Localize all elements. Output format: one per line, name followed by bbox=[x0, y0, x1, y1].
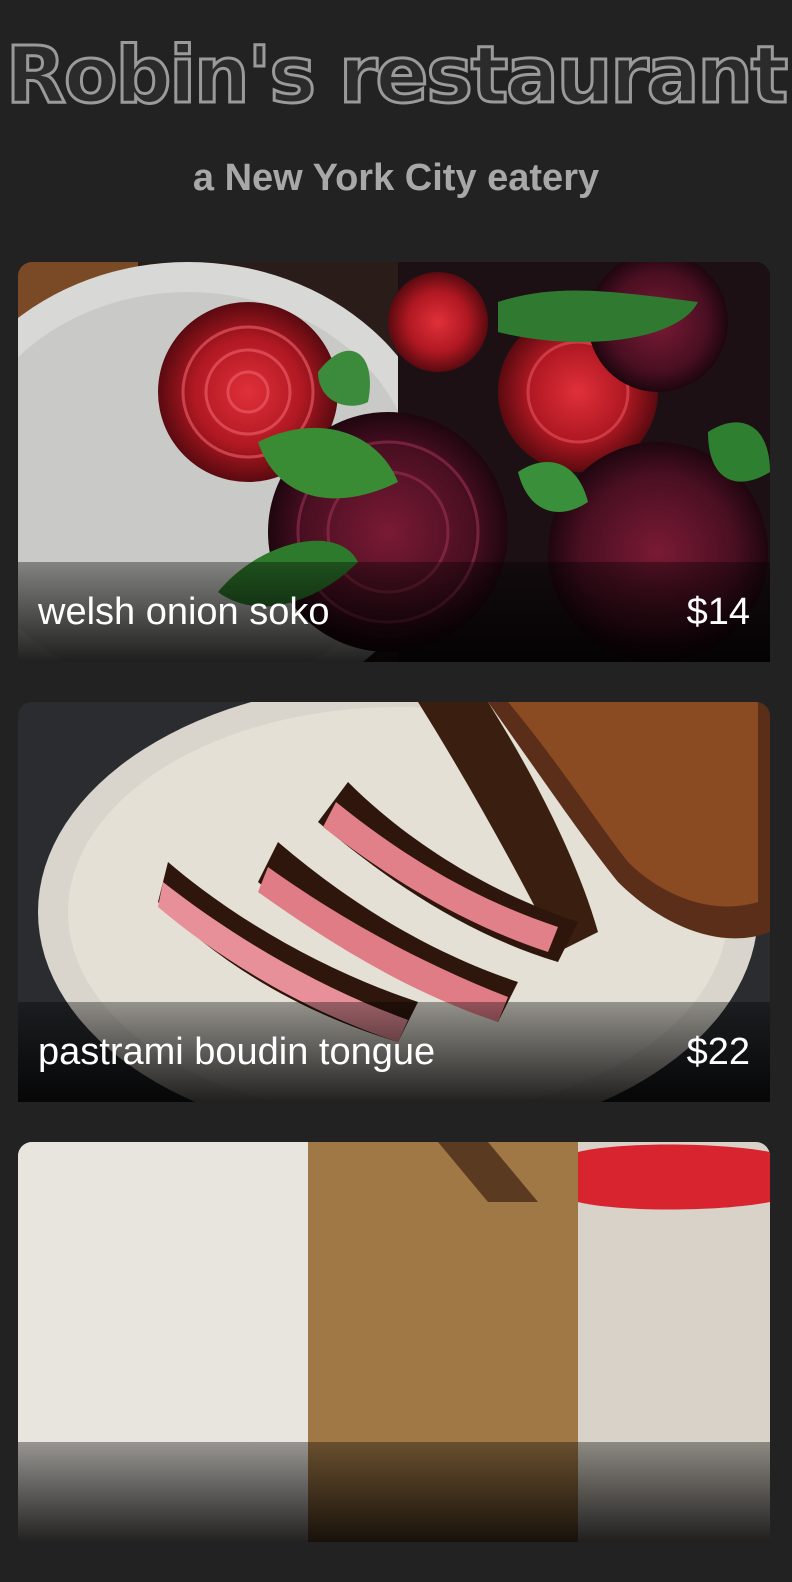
dish-caption: welsh onion soko $14 bbox=[18, 562, 770, 662]
dish-name: pastrami boudin tongue bbox=[38, 1031, 436, 1073]
restaurant-tagline: a New York City eatery bbox=[192, 157, 600, 199]
menu-item-card[interactable] bbox=[18, 1142, 770, 1542]
menu-list: welsh onion soko $14 pastrami boudin ton… bbox=[18, 262, 770, 1582]
dish-price: $14 bbox=[686, 591, 750, 633]
restaurant-title: Robin's restaurant bbox=[4, 30, 789, 123]
dish-caption: pastrami boudin tongue $22 bbox=[18, 1002, 770, 1102]
dish-price: $22 bbox=[686, 1031, 750, 1073]
dish-caption bbox=[18, 1442, 770, 1542]
site-header: Robin's restaurant a New York City eater… bbox=[0, 0, 792, 200]
dish-name: welsh onion soko bbox=[38, 591, 330, 633]
menu-item-card[interactable]: welsh onion soko $14 bbox=[18, 262, 770, 662]
menu-item-card[interactable]: pastrami boudin tongue $22 bbox=[18, 702, 770, 1102]
